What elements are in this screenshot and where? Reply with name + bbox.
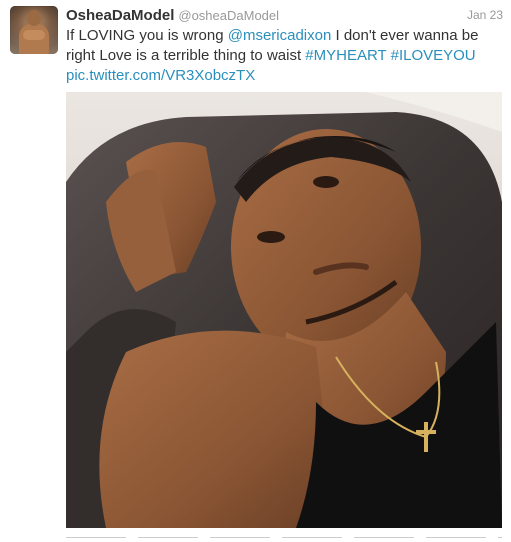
tweet-text-part1: If LOVING you is wrong <box>66 27 228 44</box>
avatar[interactable] <box>10 6 58 54</box>
photo-illustration <box>66 92 502 528</box>
tweet-header: OsheaDaModel @osheaDaModel Jan 23 <box>66 7 503 25</box>
tweet-date[interactable]: Jan 23 <box>467 8 503 22</box>
hashtag-myheart[interactable]: #MYHEART <box>305 47 386 64</box>
avatar-head <box>27 10 41 26</box>
tweet[interactable]: OsheaDaModel @osheaDaModel Jan 23 If LOVI… <box>0 0 511 542</box>
display-name[interactable]: OsheaDaModel <box>66 7 174 24</box>
pic-link[interactable]: pic.twitter.com/VR3XobczTX <box>66 67 255 84</box>
user-handle[interactable]: @osheaDaModel <box>178 8 279 23</box>
mention-link[interactable]: @msericadixon <box>228 27 332 44</box>
avatar-chest <box>23 30 45 40</box>
tweet-footer-divider <box>66 537 502 538</box>
tweet-photo[interactable] <box>66 92 502 528</box>
hashtag-iloveyou[interactable]: #ILOVEYOU <box>391 47 476 64</box>
tweet-text: If LOVING you is wrong @msericadixon I d… <box>66 26 506 86</box>
